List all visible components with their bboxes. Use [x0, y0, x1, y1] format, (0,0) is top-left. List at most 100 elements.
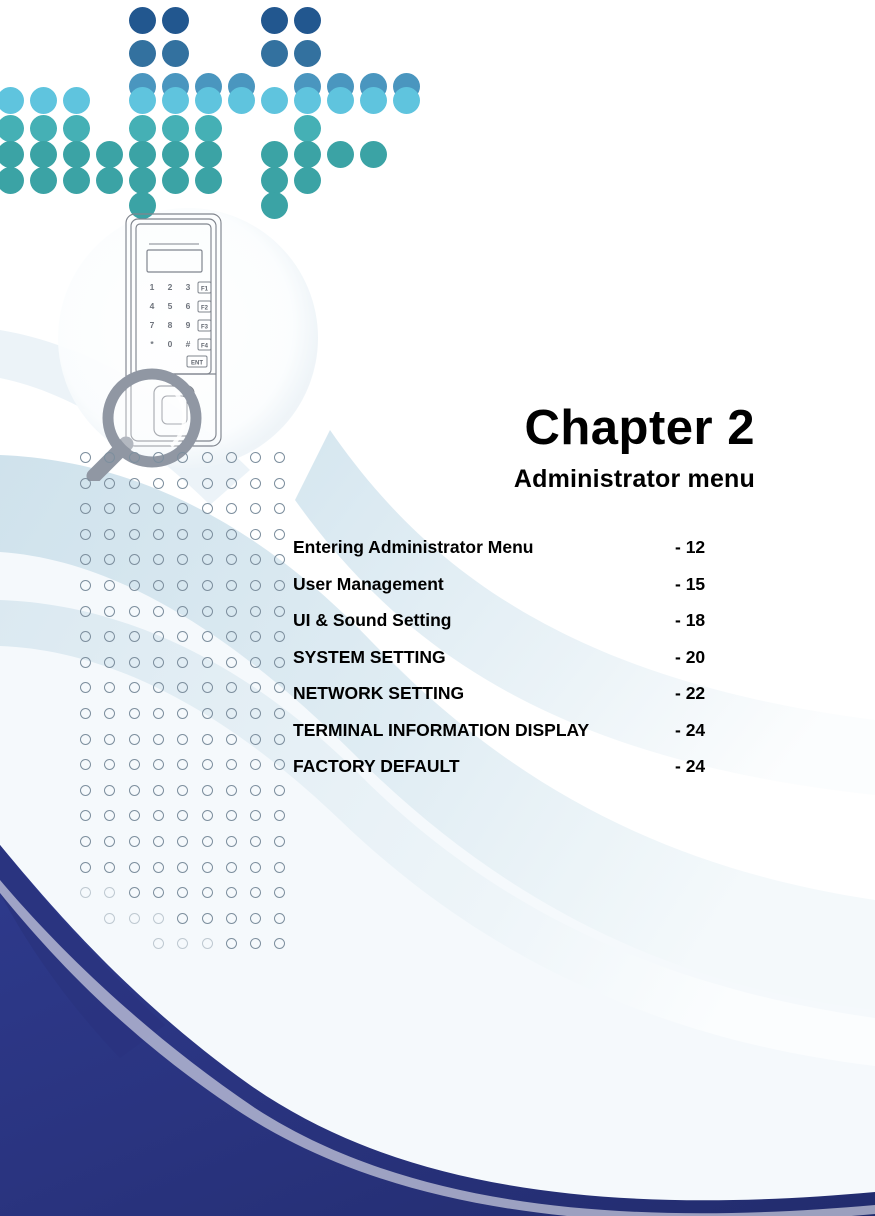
grid-ring [128, 784, 140, 796]
motif-dot [326, 140, 354, 168]
grid-ring [201, 759, 213, 771]
motif-dot [392, 86, 420, 114]
grid-ring [80, 554, 91, 566]
toc-entry-label: UI & Sound Setting [293, 610, 452, 630]
motif-dot [29, 86, 57, 114]
grid-ring [152, 631, 164, 643]
grid-ring [201, 554, 213, 566]
grid-ring [80, 733, 91, 745]
toc-entry-page-number: - 22 [675, 683, 706, 703]
page-subtitle: Administrator menu [513, 465, 755, 493]
grid-ring [225, 836, 237, 847]
motif-dot [128, 6, 156, 34]
grid-ring [104, 836, 116, 847]
grid-ring [177, 861, 189, 873]
grid-ring [250, 759, 262, 771]
grid-ring [250, 887, 262, 899]
grid-ring [152, 733, 164, 745]
grid-ring [80, 759, 91, 771]
grid-ring [80, 503, 91, 515]
grid-ring [225, 861, 237, 873]
grid-ring [250, 580, 262, 591]
grid-ring [80, 528, 91, 540]
motif-dot [128, 140, 156, 168]
motif-dot [128, 166, 156, 194]
grid-ring [128, 605, 140, 617]
toc-entry-label: Entering Administrator Menu [293, 537, 534, 557]
grid-ring [225, 528, 237, 540]
grid-ring [274, 836, 286, 847]
motif-dot [128, 114, 156, 142]
grid-ring [152, 477, 164, 489]
grid-ring [177, 580, 189, 591]
grid-ring [104, 708, 116, 719]
grid-ring [80, 810, 91, 822]
grid-ring [201, 810, 213, 822]
grid-ring [250, 554, 262, 566]
grid-ring [177, 554, 189, 566]
grid-ring [177, 605, 189, 617]
motif-dot [194, 140, 222, 168]
grid-ring [177, 682, 189, 694]
grid-ring [250, 912, 262, 924]
motif-dot [128, 86, 156, 114]
motif-dot [359, 140, 387, 168]
svg-text:0: 0 [168, 339, 173, 349]
motif-dot [260, 39, 288, 67]
motif-dot [0, 86, 24, 114]
grid-ring [128, 631, 140, 643]
grid-ring [152, 605, 164, 617]
grid-ring [128, 733, 140, 745]
grid-ring [152, 759, 164, 771]
grid-ring [274, 605, 286, 617]
grid-ring [80, 887, 91, 899]
grid-ring [177, 938, 189, 950]
toc-entry: TERMINAL INFORMATION DISPLAY - 24 [293, 720, 763, 757]
toc-entry: NETWORK SETTING - 22 [293, 683, 763, 720]
grid-ring [274, 784, 286, 796]
grid-ring [250, 810, 262, 822]
motif-dot [29, 166, 57, 194]
svg-text:F4: F4 [201, 344, 209, 350]
grid-ring [177, 528, 189, 540]
toc-entry-label: SYSTEM SETTING [293, 646, 446, 667]
motif-dot [62, 86, 90, 114]
table-of-contents: Entering Administrator Menu - 12 User Mana… [293, 537, 763, 793]
grid-ring [104, 682, 116, 694]
grid-ring [80, 477, 91, 489]
page-title: Chapter 2 [524, 401, 755, 455]
svg-text:F2: F2 [201, 306, 209, 312]
grid-ring [274, 631, 286, 643]
grid-ring [250, 631, 262, 643]
grid-ring [274, 528, 286, 540]
grid-ring [128, 759, 140, 771]
toc-entry: Entering Administrator Menu - 12 [293, 537, 763, 574]
motif-dot [95, 140, 123, 168]
grid-ring [80, 452, 91, 463]
grid-ring [152, 554, 164, 566]
toc-entry-label: NETWORK SETTING [293, 683, 465, 703]
grid-ring [201, 656, 213, 668]
grid-ring [177, 759, 189, 771]
motif-dot [293, 114, 321, 142]
svg-text:5: 5 [168, 301, 173, 311]
grid-ring [274, 708, 286, 719]
grid-ring [104, 733, 116, 745]
motif-dot [194, 114, 222, 142]
motif-dot [293, 140, 321, 168]
grid-ring [80, 631, 91, 643]
toc-entry: UI & Sound Setting - 18 [293, 610, 763, 647]
grid-ring [274, 580, 286, 591]
grid-ring [274, 733, 286, 745]
grid-ring [225, 708, 237, 719]
grid-ring [201, 708, 213, 719]
motif-dot [227, 86, 255, 114]
svg-text:6: 6 [186, 301, 191, 311]
grid-ring [225, 784, 237, 796]
grid-ring [152, 452, 164, 463]
grid-ring [225, 887, 237, 899]
grid-ring [104, 912, 116, 924]
grid-ring [274, 656, 286, 668]
grid-ring [177, 733, 189, 745]
grid-ring [104, 861, 116, 873]
